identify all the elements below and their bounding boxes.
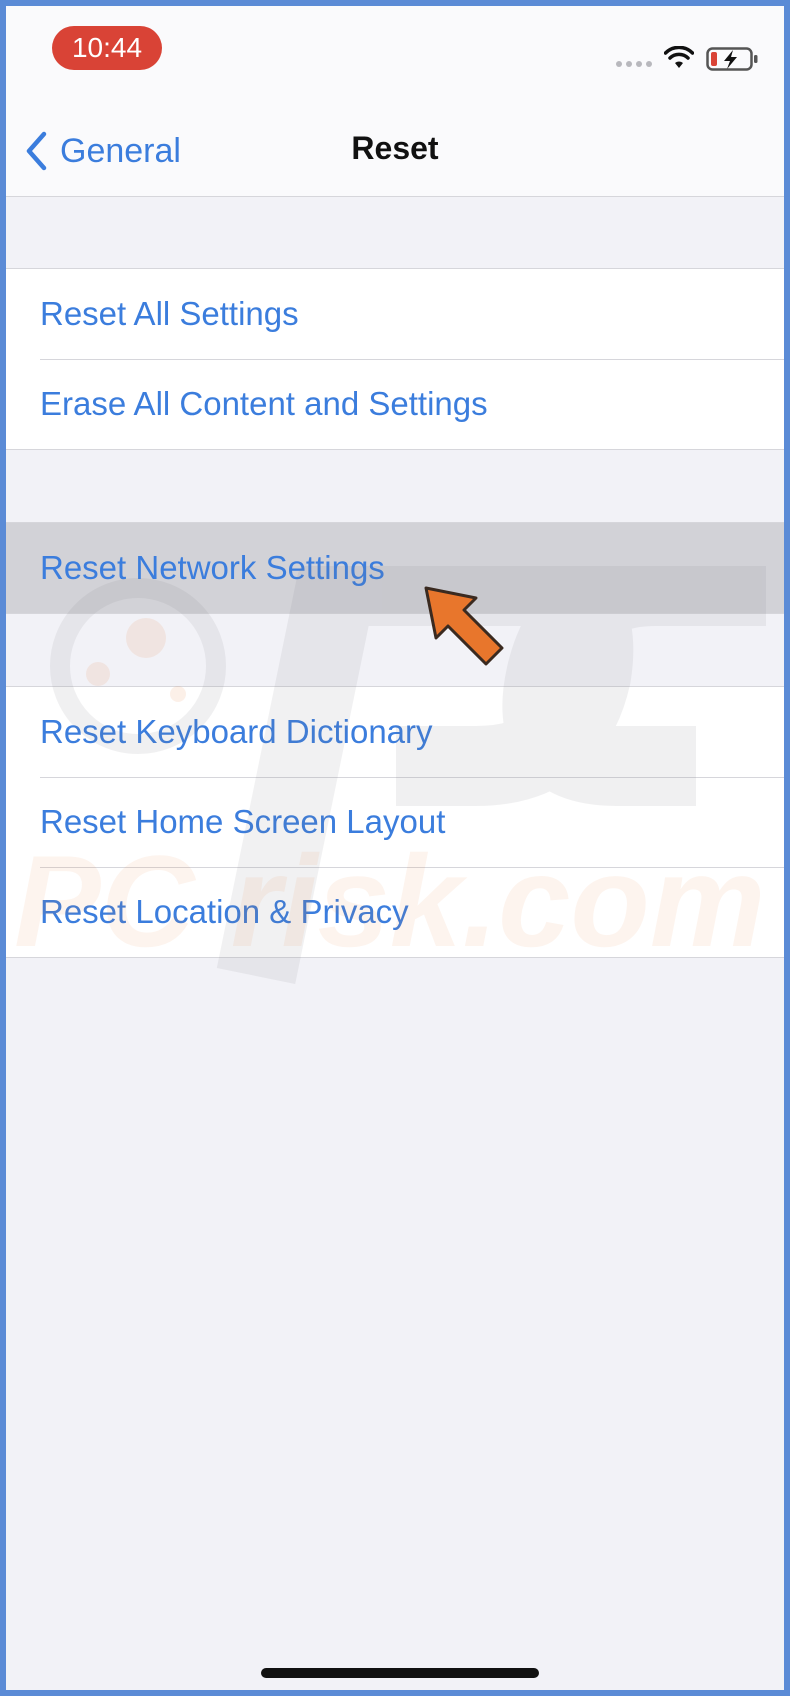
reset-location-privacy-item[interactable]: Reset Location & Privacy: [6, 867, 784, 957]
reset-home-screen-layout-item[interactable]: Reset Home Screen Layout: [6, 777, 784, 867]
settings-group-3: Reset Keyboard Dictionary Reset Home Scr…: [6, 686, 784, 958]
phone-screen: 10:44 General Reset Reset All Settings E…: [0, 0, 790, 1696]
battery-charging-icon: [706, 47, 758, 71]
erase-all-content-item[interactable]: Erase All Content and Settings: [6, 359, 784, 449]
reset-network-settings-item[interactable]: Reset Network Settings: [6, 523, 784, 613]
reset-all-settings-item[interactable]: Reset All Settings: [6, 269, 784, 359]
signal-dots-icon: [616, 61, 652, 67]
reset-keyboard-dictionary-item[interactable]: Reset Keyboard Dictionary: [6, 687, 784, 777]
top-bar: 10:44 General Reset: [6, 6, 784, 197]
pointer-arrow-icon: [424, 586, 504, 666]
settings-group-2: Reset Network Settings: [6, 522, 784, 614]
home-indicator: [261, 1668, 539, 1678]
status-time: 10:44: [52, 26, 162, 70]
settings-group-1: Reset All Settings Erase All Content and…: [6, 268, 784, 450]
wifi-icon: [664, 46, 694, 68]
page-title: Reset: [351, 130, 439, 166]
